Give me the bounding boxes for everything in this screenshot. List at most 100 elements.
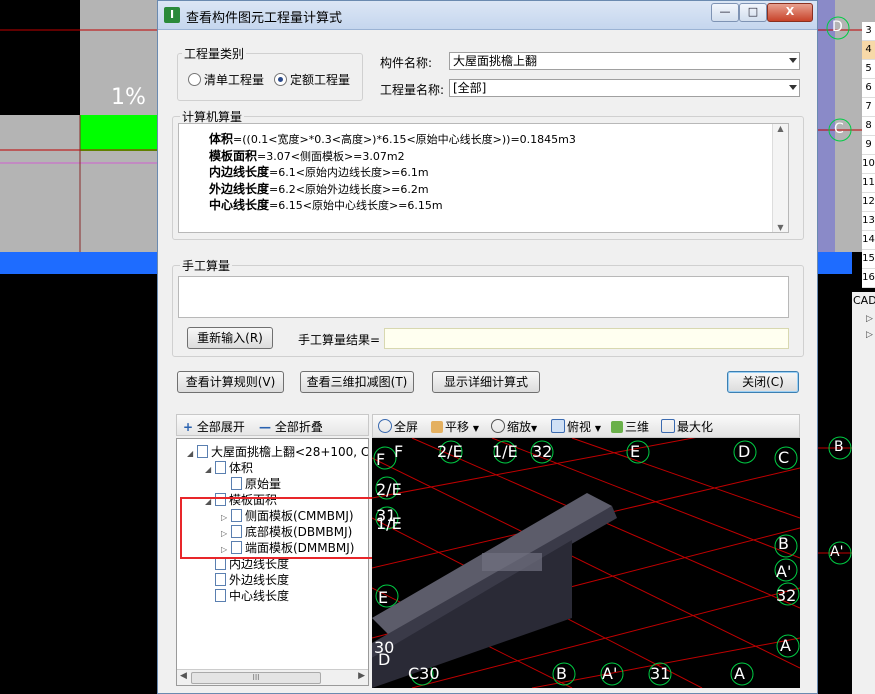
row-number[interactable]: 15 [862,250,875,269]
radio-bill-quantity-circle[interactable] [188,73,201,86]
panel-scroll-arrow-up[interactable]: ▷ [866,314,873,324]
computer-calc-textarea[interactable]: 体积=((0.1<宽度>*0.3<高度>)*6.15<原始中心线长度>))=0.… [178,123,789,233]
axis-label: C [778,448,790,467]
app-icon: I [164,7,180,23]
chevron-down-icon[interactable]: ▼ [473,424,479,433]
maximize-icon [661,419,675,433]
tree-item-label: 原始量 [245,477,282,491]
panel-scroll-arrow-down[interactable]: ▷ [866,330,873,340]
row-number[interactable]: 12 [862,193,875,212]
manual-calc-textarea[interactable] [178,276,789,318]
axis-label: E [630,442,641,461]
scroll-left-icon[interactable]: ◀ [180,671,187,681]
axis-label: B [778,534,789,553]
axis-label: E [378,588,389,607]
row-number[interactable]: 8 [862,117,875,136]
chevron-down-icon[interactable]: ▼ [531,424,537,433]
dialog-titlebar[interactable]: I 查看构件图元工程量计算式 — □ X [158,1,817,30]
tree-item[interactable]: 原始量 [221,475,281,492]
tree-hscrollbar[interactable]: ◀ III ▶ [177,669,368,685]
fullscreen-button[interactable]: 全屏 [378,418,418,435]
close-window-button[interactable]: X [767,3,813,22]
row-number[interactable]: 10 [862,155,875,174]
quantity-tree: ◢ 大屋面挑檐上翻<28+100, C- ◢ 体积 原始量 ◢ 模板面积 ▷ 侧面模板(CMM… [176,438,369,686]
grid-circle-label-d: D [832,19,843,35]
radio-quota-quantity[interactable]: 定额工程量 [274,71,350,88]
tree-hscroll-thumb[interactable]: III [191,672,321,684]
scroll-right-icon[interactable]: ▶ [358,671,365,681]
radio-quota-quantity-circle[interactable] [274,73,287,86]
row-number[interactable]: 14 [862,231,875,250]
three-d-button[interactable]: 三维 [611,418,649,435]
component-name-select[interactable]: 大屋面挑檐上翻 [449,52,800,70]
tree-item-label: 体积 [229,461,254,475]
row-number[interactable]: 11 [862,174,875,193]
calc-line-formula: =6.1<原始内边线长度>=6.1m [269,166,429,179]
reinput-button[interactable]: 重新输入(R) [187,327,273,349]
document-icon [215,461,226,474]
tree-item[interactable]: ◢ 体积 [205,459,253,476]
calc-line: 模板面积=3.07<侧面模板>=3.07m2 [209,147,405,164]
calc-line: 外边线长度=6.2<原始外边线长度>=6.2m [209,180,429,197]
minimize-button[interactable]: — [711,3,739,22]
scroll-up-icon[interactable]: ▲ [773,124,788,133]
show-detail-formula-button[interactable]: 显示详细计算式 [432,371,540,393]
top-view-label: 俯视 [567,420,592,434]
tree-root[interactable]: ◢ 大屋面挑檐上翻<28+100, C- [187,443,369,460]
collapse-all-label: 全部折叠 [274,420,323,434]
restore-button[interactable]: □ [739,3,767,22]
tree-item[interactable]: 外边线长度 [205,571,289,588]
row-number[interactable]: 9 [862,136,875,155]
grid-circle-label-c: C [834,121,844,137]
tree-root-label: 大屋面挑檐上翻<28+100, C- [211,445,369,459]
chevron-down-icon [789,58,797,63]
grid-circle-label-b: B [834,439,844,455]
tree-item[interactable]: 中心线长度 [205,587,289,604]
axis-label: D [378,650,391,669]
calc-line-formula: =((0.1<宽度>*0.3<高度>)*6.15<原始中心线长度>))=0.18… [233,133,576,146]
manual-calc-label: 手工算量 [180,257,233,274]
axis-label: A' [602,664,618,683]
expand-all-button[interactable]: + 全部展开 [183,418,245,435]
3d-view-canvas[interactable]: F 2/E 1/E 32 E D C F 2/E 31 1/E E 30 D C30 B A' 31 A B A' 32 A… [372,438,800,688]
row-number[interactable]: 3 [862,22,875,41]
row-number[interactable]: 6 [862,79,875,98]
row-number[interactable]: 5 [862,60,875,79]
axis-label: F [394,442,404,461]
close-button[interactable]: 关闭(C) [727,371,799,393]
collapse-all-button[interactable]: — 全部折叠 [259,418,323,435]
zoom-button[interactable]: 缩放▼ [491,418,537,435]
manual-result-label: 手工算量结果= [298,333,381,347]
calc-line: 中心线长度=6.15<原始中心线长度>=6.15m [209,196,443,213]
row-number[interactable]: 4 [862,41,875,60]
pan-label: 平移 [445,420,470,434]
maximize-button[interactable]: 最大化 [661,418,713,435]
collapse-triangle-icon[interactable]: ◢ [205,465,213,474]
chevron-down-icon[interactable]: ▼ [595,424,601,433]
row-number[interactable]: 16 [862,269,875,288]
quantity-name-value: [全部] [453,81,487,95]
manual-result-field[interactable] [384,328,789,349]
top-view-button[interactable]: 俯视 ▼ [551,418,601,435]
quantity-name-select[interactable]: [全部] [449,79,800,97]
radio-bill-quantity[interactable]: 清单工程量 [188,71,264,88]
quantity-type-label: 工程量类别 [182,45,247,62]
cad-tab-label[interactable]: CAD [853,294,875,307]
slope-percent-label: 1% [111,85,146,110]
row-number[interactable]: 13 [862,212,875,231]
textarea-scrollbar[interactable]: ▲ ▼ [772,124,788,232]
axis-label: 32 [532,442,553,461]
axis-label: C30 [408,664,440,683]
row-number[interactable]: 7 [862,98,875,117]
axis-label: 32 [776,586,797,605]
view-rules-button[interactable]: 查看计算规则(V) [177,371,284,393]
axis-label: A' [776,562,792,581]
calc-line-name: 外边线长度 [209,181,270,196]
collapse-triangle-icon[interactable]: ◢ [187,449,195,458]
fullscreen-icon [378,419,392,433]
tree-item-label: 外边线长度 [229,573,290,587]
document-icon [215,573,226,586]
view-3d-deduction-button[interactable]: 查看三维扣减图(T) [300,371,414,393]
pan-button[interactable]: 平移 ▼ [431,418,479,435]
scroll-down-icon[interactable]: ▼ [773,223,788,232]
